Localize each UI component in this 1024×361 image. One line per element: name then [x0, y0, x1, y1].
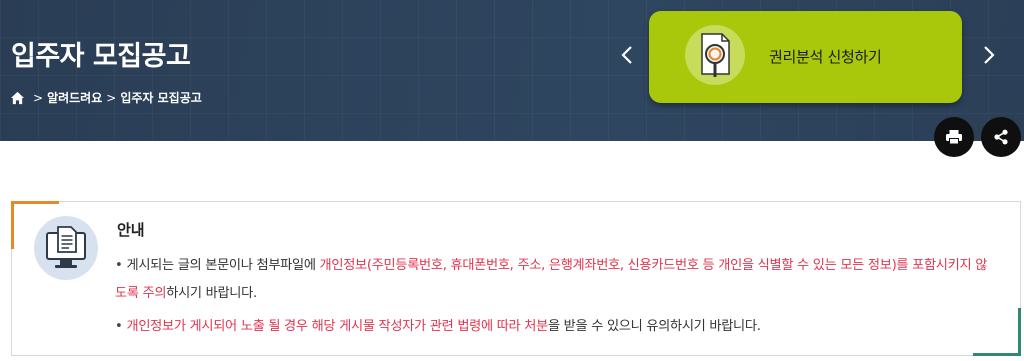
page-title: 입주자 모집공고 [11, 41, 191, 72]
notice-corner-accent [11, 201, 59, 204]
bullet: • [115, 258, 123, 273]
monitor-document-icon [46, 226, 86, 268]
banner-prev-button[interactable] [615, 40, 639, 70]
notice-warning-text: 개인정보가 게시되어 노출 될 경우 해당 게시물 작성자가 관련 법령에 따라… [126, 319, 548, 334]
breadcrumb: > 알려드려요 > 입주자 모집공고 [10, 89, 202, 106]
notice-corner-accent [1018, 308, 1021, 356]
printer-icon [946, 130, 962, 145]
notice-corner-accent [11, 201, 14, 249]
share-button[interactable] [981, 117, 1021, 157]
bullet: • [115, 319, 123, 334]
notice-corner-accent [973, 353, 1021, 356]
breadcrumb-separator: > [106, 90, 117, 105]
banner-next-button[interactable] [977, 40, 1001, 70]
banner-label: 권리분석 신청하기 [769, 48, 882, 66]
notice-title: 안내 [117, 221, 145, 239]
notice-list: • 게시되는 글의 본문이나 첨부파일에 개인정보(주민등록번호, 휴대폰번호, … [115, 252, 995, 341]
banner-icon-circle [685, 25, 745, 85]
home-icon[interactable] [10, 91, 25, 105]
chevron-left-icon [621, 46, 632, 64]
notice-item: • 개인정보가 게시되어 노출 될 경우 해당 게시물 작성자가 관련 법령에 따… [115, 313, 995, 341]
breadcrumb-item-notice[interactable]: 알려드려요 [47, 89, 102, 106]
page-hero: 입주자 모집공고 > 알려드려요 > 입주자 모집공고 권리분석 신청하기 [0, 0, 1024, 141]
notice-text: 게시되는 글의 본문이나 첨부파일에 [126, 258, 320, 273]
chevron-right-icon [984, 46, 995, 64]
notice-item: • 게시되는 글의 본문이나 첨부파일에 개인정보(주민등록번호, 휴대폰번호, … [115, 252, 995, 308]
print-button[interactable] [934, 117, 974, 157]
notice-text: 을 받을 수 있으니 유의하시기 바랍니다. [547, 319, 761, 334]
breadcrumb-item-current: 입주자 모집공고 [120, 91, 202, 105]
document-magnifier-icon [701, 33, 730, 77]
share-icon [994, 129, 1008, 145]
breadcrumb-separator: > [33, 90, 44, 105]
notice-text: 하시기 바랍니다. [166, 286, 257, 301]
notice-icon-circle [34, 216, 98, 280]
rights-analysis-banner[interactable]: 권리분석 신청하기 [649, 11, 962, 103]
notice-box: 안내 • 게시되는 글의 본문이나 첨부파일에 개인정보(주민등록번호, 휴대폰번… [11, 201, 1021, 356]
